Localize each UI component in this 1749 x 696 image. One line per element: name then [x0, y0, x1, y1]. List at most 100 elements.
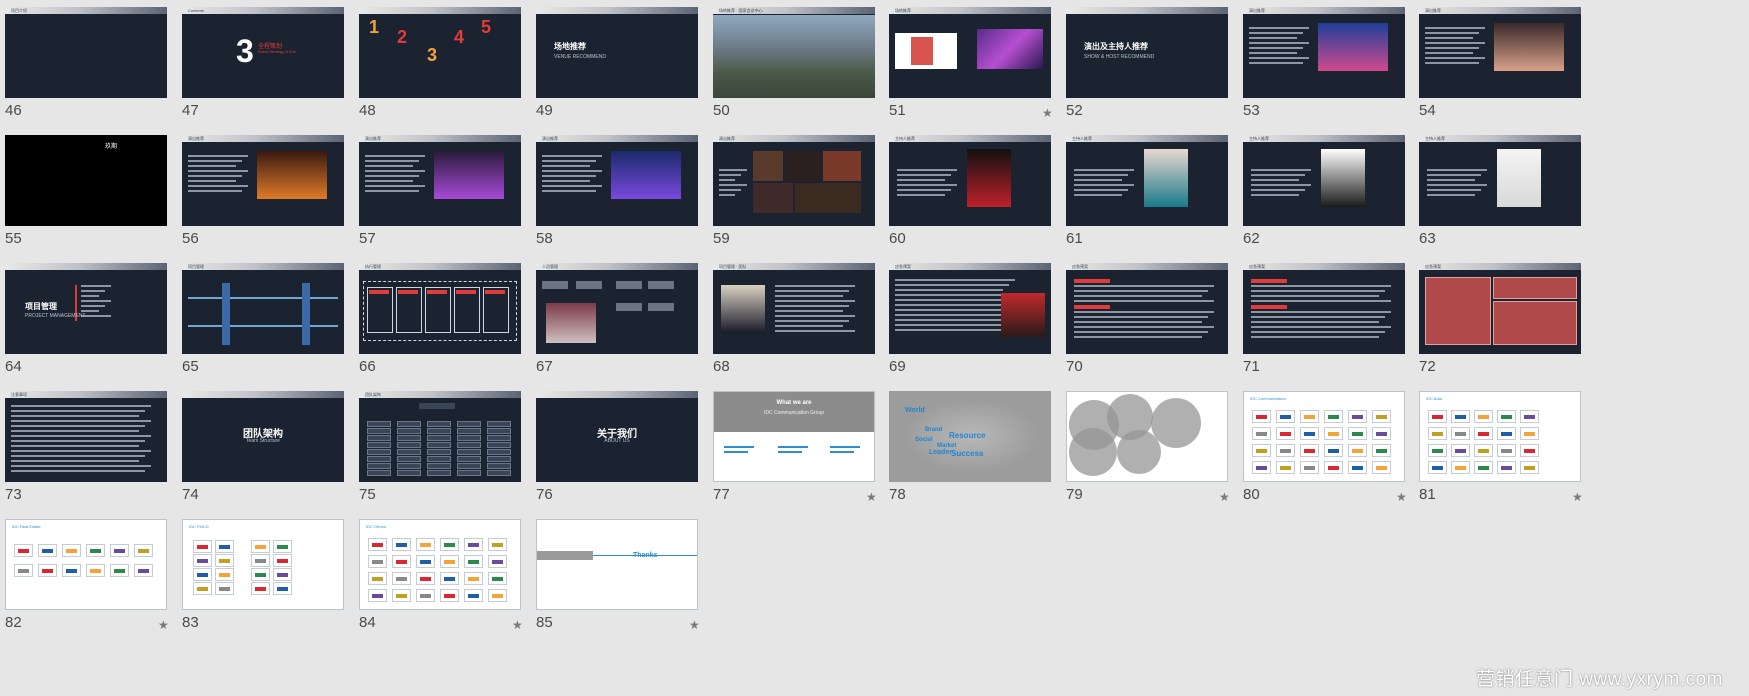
slide-thumbnail[interactable]: Contents 3 全程策划 Event Strategy & Exe 47 [177, 0, 362, 125]
slide-preview[interactable]: 演出推荐 [359, 135, 521, 226]
slide-preview[interactable]: IDC Communication [1243, 391, 1405, 482]
logo-mark [219, 587, 230, 591]
slide-thumbnail[interactable]: 演出推荐 59 [708, 128, 893, 253]
slide-preview[interactable]: 主持人推荐 [1066, 135, 1228, 226]
slide-preview[interactable]: 演出推荐 [1243, 7, 1405, 98]
slide-preview[interactable]: 项目管理 PROJECT MANAGEMENT [5, 263, 167, 354]
slide-preview[interactable]: What we are IDC Communication Group [713, 391, 875, 482]
slide-thumbnail[interactable]: 应急预案 72 [1414, 256, 1599, 381]
org-node [367, 442, 391, 448]
risk-tag [1074, 305, 1110, 309]
slide-preview[interactable]: 应急预案 [1419, 263, 1581, 354]
org-node [487, 470, 511, 476]
client-logo [134, 544, 153, 557]
slide-thumbnail[interactable]: 演出推荐 54 [1414, 0, 1599, 125]
logo-mark [1256, 466, 1267, 470]
slide-thumbnail[interactable]: 项目介绍 46 [0, 0, 185, 125]
slide-preview[interactable]: IDC Real Estate [5, 519, 167, 610]
slide-thumbnail[interactable]: World Brand Resource Social Market Leader Succ… [884, 384, 1069, 509]
slide-thumbnail[interactable]: 1 2 3 4 5 48 [354, 0, 539, 125]
logo-mark [1478, 415, 1489, 419]
slide-preview[interactable]: 场地推荐 [889, 7, 1051, 98]
slide-preview[interactable]: World Brand Resource Social Market Leader Succ… [889, 391, 1051, 482]
slide-preview[interactable]: 演出推荐 [1419, 7, 1581, 98]
slide-thumbnail[interactable]: 应急预案 71 [1238, 256, 1423, 381]
slide-preview[interactable]: 应急预案 [889, 263, 1051, 354]
slide-thumbnail[interactable]: 团队架构 Team Structure 74 [177, 384, 362, 509]
slide-thumbnail[interactable]: 79 ★ [1061, 384, 1246, 509]
org-node [427, 421, 451, 427]
slide-header-text: 人员管理 [542, 264, 558, 269]
text-line [1251, 285, 1391, 287]
slide-preview[interactable]: 应急预案 [1066, 263, 1228, 354]
slide-preview[interactable]: Thanks [536, 519, 698, 610]
logo-mark [468, 594, 479, 598]
slide-thumbnail[interactable]: 应急预案 69 [884, 256, 1069, 381]
slide-thumbnail[interactable]: 执行管理 66 [354, 256, 539, 381]
slide-thumbnail[interactable]: 场地推荐 51 ★ [884, 0, 1069, 125]
slide-thumbnail[interactable]: 注意事项 73 [0, 384, 185, 509]
slide-thumbnail[interactable]: IDC FMCG 83 [177, 512, 362, 637]
slide-preview[interactable]: 人员管理 [536, 263, 698, 354]
slide-preview[interactable]: 演出及主持人推荐 SHOW & HOST RECOMMEND [1066, 7, 1228, 98]
slide-thumbnail[interactable]: 项目管理 · 团队 68 [708, 256, 893, 381]
slide-thumbnail[interactable]: 项目管理 PROJECT MANAGEMENT 64 [0, 256, 185, 381]
slide-preview[interactable]: IDC Others [359, 519, 521, 610]
slide-preview[interactable]: 演出推荐 [536, 135, 698, 226]
slide-preview[interactable]: 项目管理 [182, 263, 344, 354]
logo-mark [492, 560, 503, 564]
slide-thumbnail[interactable]: 主持人推荐 63 [1414, 128, 1599, 253]
slide-preview[interactable]: 应急预案 [1243, 263, 1405, 354]
slide-preview[interactable]: 演出推荐 [182, 135, 344, 226]
slide-thumbnail[interactable]: 场地推荐 · 国家会议中心 50 [708, 0, 893, 125]
client-logo [1497, 444, 1516, 457]
slide-thumbnail[interactable]: 主持人推荐 61 [1061, 128, 1246, 253]
slide-thumbnail[interactable]: 团队架构 75 [354, 384, 539, 509]
slide-thumbnail[interactable]: What we are IDC Communication Group 77 ★ [708, 384, 893, 509]
slide-preview[interactable]: IDC FMCG [182, 519, 344, 610]
slide-thumbnail[interactable]: IDC Others 84 ★ [354, 512, 539, 637]
slide-preview[interactable] [1066, 391, 1228, 482]
slide-preview[interactable]: 项目管理 · 团队 [713, 263, 875, 354]
slide-thumbnail[interactable]: IDC Real Estate 82 ★ [0, 512, 185, 637]
slide-thumbnail[interactable]: 应急预案 70 [1061, 256, 1246, 381]
slide-thumbnail[interactable]: IDC Communication 80 ★ [1238, 384, 1423, 509]
slide-thumbnail[interactable]: 场地推荐 VENUE RECOMMEND 49 [531, 0, 716, 125]
client-logo [1300, 410, 1319, 423]
slide-thumbnail[interactable]: 演出推荐 57 [354, 128, 539, 253]
slide-thumbnail[interactable]: 演出推荐 58 [531, 128, 716, 253]
org-node [457, 428, 481, 434]
slide-thumbnail[interactable]: Thanks 85 ★ [531, 512, 716, 637]
logo-mark [1432, 466, 1443, 470]
slide-preview[interactable]: 执行管理 [359, 263, 521, 354]
slide-preview[interactable]: 主持人推荐 [1243, 135, 1405, 226]
slide-thumbnail[interactable]: 项目管理 65 [177, 256, 362, 381]
slide-preview[interactable]: 注意事项 [5, 391, 167, 482]
slide-thumbnail[interactable]: 演出推荐 53 [1238, 0, 1423, 125]
slide-preview[interactable]: 玖期 [5, 135, 167, 226]
slide-preview[interactable]: 团队架构 Team Structure [182, 391, 344, 482]
slide-thumbnail[interactable]: 主持人推荐 62 [1238, 128, 1423, 253]
slide-thumbnail[interactable]: 演出及主持人推荐 SHOW & HOST RECOMMEND 52 [1061, 0, 1246, 125]
client-logo [464, 538, 483, 551]
slide-preview[interactable]: 演出推荐 [713, 135, 875, 226]
slide-preview[interactable]: 关于我们 ABOUT US [536, 391, 698, 482]
slide-preview[interactable]: 场地推荐 · 国家会议中心 [713, 7, 875, 98]
slide-preview[interactable]: 项目介绍 [5, 7, 167, 98]
slide-header-banner [1066, 7, 1228, 14]
risk-panel [1425, 277, 1491, 345]
slide-thumbnail[interactable]: IDC Auto 81 ★ [1414, 384, 1599, 509]
slide-thumbnail[interactable]: 人员管理 67 [531, 256, 716, 381]
slide-thumbnail[interactable]: 演出推荐 56 [177, 128, 362, 253]
slide-preview[interactable]: 场地推荐 VENUE RECOMMEND [536, 7, 698, 98]
logo-mark [1455, 449, 1466, 453]
slide-preview[interactable]: 主持人推荐 [889, 135, 1051, 226]
slide-thumbnail[interactable]: 玖期 55 [0, 128, 185, 253]
slide-preview[interactable]: 团队架构 [359, 391, 521, 482]
slide-preview[interactable]: IDC Auto [1419, 391, 1581, 482]
slide-preview[interactable]: Contents 3 全程策划 Event Strategy & Exe [182, 7, 344, 98]
slide-preview[interactable]: 12345 [359, 7, 521, 98]
slide-thumbnail[interactable]: 主持人推荐 60 [884, 128, 1069, 253]
slide-thumbnail[interactable]: 关于我们 ABOUT US 76 [531, 384, 716, 509]
slide-preview[interactable]: 主持人推荐 [1419, 135, 1581, 226]
